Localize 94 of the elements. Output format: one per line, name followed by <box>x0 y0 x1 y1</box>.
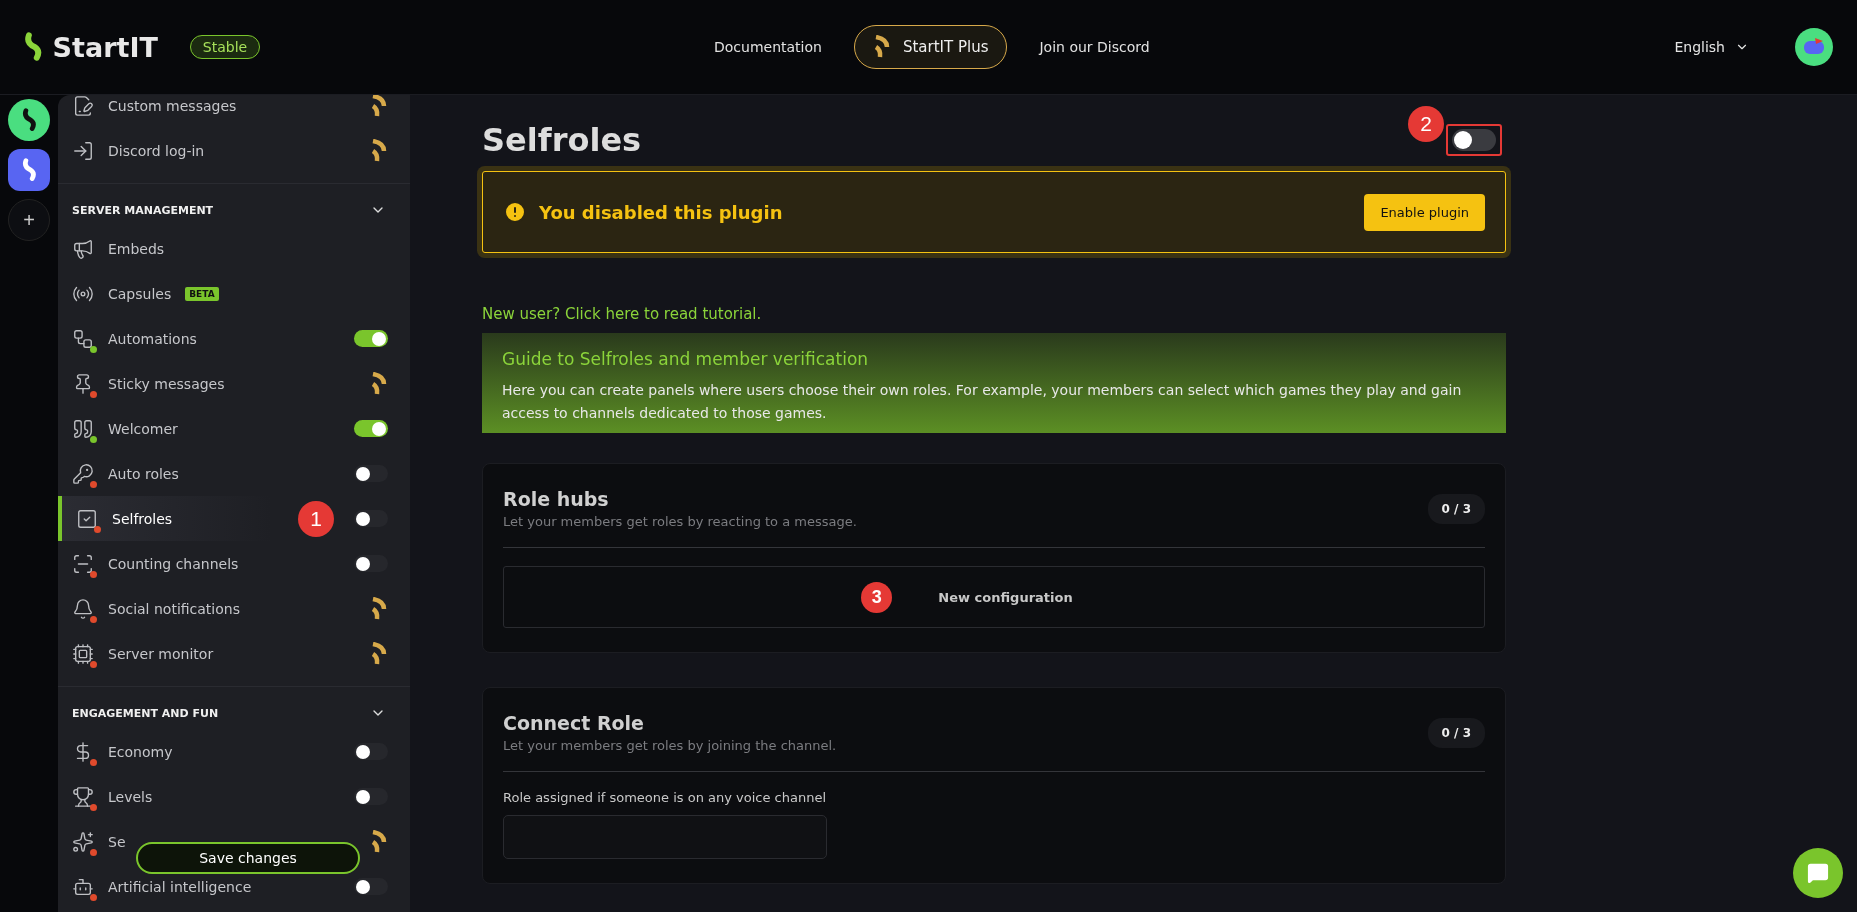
item-label: Se <box>108 833 126 850</box>
logo-icon <box>24 32 43 62</box>
plugin-icon <box>76 507 98 530</box>
plugin-icon <box>72 139 94 162</box>
plugin-icon <box>72 597 94 620</box>
plugin-icon <box>72 462 94 485</box>
item-label: Economy <box>108 743 173 760</box>
page-title: Selfroles <box>482 121 642 159</box>
logo-icon <box>21 158 37 182</box>
step-marker: 2 <box>1408 106 1444 142</box>
plugin-icon <box>72 417 94 440</box>
save-changes-toast[interactable]: Save changes <box>136 842 360 874</box>
guide-title: Guide to Selfroles and member verification <box>502 349 870 369</box>
plugin-icon <box>72 642 94 665</box>
count-badge: 0 / 3 <box>1427 717 1485 748</box>
item-label: Artificial intelligence <box>108 878 252 895</box>
card-subtitle: Let your members get roles by reacting to a message. <box>503 514 857 529</box>
item-label: Server monitor <box>108 645 214 662</box>
banner-message: You disabled this plugin <box>539 201 784 223</box>
warning-icon <box>503 200 527 224</box>
premium-icon <box>872 35 891 59</box>
toggle-switch[interactable] <box>354 465 388 482</box>
item-label: Selfroles <box>112 510 173 527</box>
step-marker: 3 <box>861 581 893 613</box>
premium-icon <box>370 641 388 666</box>
premium-icon <box>370 138 388 163</box>
count-badge: 0 / 3 <box>1427 493 1485 524</box>
brand-name: StartIT <box>52 31 158 63</box>
sidebar-item[interactable]: Embeds <box>58 226 410 271</box>
guide-text: Here you can create panels where users choose their own roles. For example, your members can select which games they play and gain access to channels dedicated to those games. <box>502 381 1463 423</box>
sidebar-item[interactable]: Economy <box>58 729 410 774</box>
item-label: Welcomer <box>108 420 178 437</box>
toggle-switch[interactable] <box>354 788 388 805</box>
sidebar-item[interactable]: Welcomer <box>58 406 410 451</box>
item-label: Auto roles <box>108 465 179 482</box>
premium-icon <box>370 95 388 118</box>
new-configuration-button[interactable]: 3 New configuration <box>503 566 1485 628</box>
enable-button[interactable]: Enable plugin <box>1364 193 1485 231</box>
item-label: Levels <box>108 788 153 805</box>
sidebar-item[interactable]: Capsules BETA <box>58 271 410 316</box>
card-title: Role hubs <box>503 488 610 510</box>
sidebar-item[interactable]: Discord log-in <box>58 128 410 173</box>
plugin-icon <box>72 237 94 260</box>
item-label: Counting channels <box>108 555 239 572</box>
toggle-switch[interactable] <box>354 510 388 527</box>
item-label: Embeds <box>108 240 165 257</box>
tutorial-link[interactable]: New user? Click here to read tutorial. <box>482 305 1506 323</box>
item-label: Custom messages <box>108 97 237 114</box>
toggle-switch[interactable] <box>354 420 388 437</box>
premium-icon <box>370 371 388 396</box>
plugin-icon <box>72 785 94 808</box>
step-marker: 1 <box>298 500 334 537</box>
toggle-switch[interactable] <box>354 555 388 572</box>
language-select[interactable]: English <box>1668 38 1755 56</box>
user-avatar[interactable] <box>1795 28 1833 66</box>
server-icon[interactable] <box>8 149 50 191</box>
toggle-switch[interactable] <box>354 878 388 895</box>
sidebar-item[interactable]: Levels <box>58 774 410 819</box>
item-label: Capsules <box>108 285 172 302</box>
sidebar-item[interactable]: Server monitor <box>58 631 410 676</box>
sidebar-item[interactable]: Auto roles <box>58 451 410 496</box>
section-title: ENGAGEMENT AND FUN <box>72 706 219 720</box>
toggle-switch[interactable] <box>354 743 388 760</box>
plugin-icon <box>72 552 94 575</box>
section-title: SERVER MANAGEMENT <box>72 203 214 217</box>
card-subtitle: Let your members get roles by joining the channel. <box>503 738 837 753</box>
nav-link[interactable]: Documentation <box>714 39 822 55</box>
plus-button[interactable]: StartIT Plus <box>853 25 1008 69</box>
sidebar-item[interactable]: Social notifications <box>58 586 410 631</box>
item-label: Automations <box>108 330 197 347</box>
add-server-button[interactable]: + <box>8 199 50 241</box>
field-label: Role assigned if someone is on any voice channel <box>503 790 828 805</box>
toggle-switch[interactable] <box>354 330 388 347</box>
logo-icon <box>21 108 37 132</box>
plugin-icon <box>72 830 94 853</box>
item-label: Sticky messages <box>108 375 225 392</box>
channel-badge: Stable <box>189 35 261 59</box>
premium-icon <box>370 596 388 621</box>
beta-badge: BETA <box>185 286 219 301</box>
item-label: Social notifications <box>108 600 240 617</box>
plugin-icon <box>72 95 94 117</box>
sidebar-item[interactable]: Automations <box>58 316 410 361</box>
plugin-toggle[interactable] <box>1452 129 1496 151</box>
sidebar-item[interactable]: Counting channels <box>58 541 410 586</box>
chat-icon <box>1807 862 1829 884</box>
nav-link[interactable]: Join our Discord <box>1039 39 1150 55</box>
item-label: Discord log-in <box>108 142 205 159</box>
plugin-icon <box>72 327 94 350</box>
card-title: Connect Role <box>503 712 645 734</box>
server-icon[interactable] <box>8 99 50 141</box>
sidebar-item[interactable]: Sticky messages <box>58 361 410 406</box>
role-select-field[interactable] <box>503 815 827 859</box>
sidebar-item[interactable]: Custom messages <box>58 95 410 128</box>
premium-icon <box>370 829 388 854</box>
